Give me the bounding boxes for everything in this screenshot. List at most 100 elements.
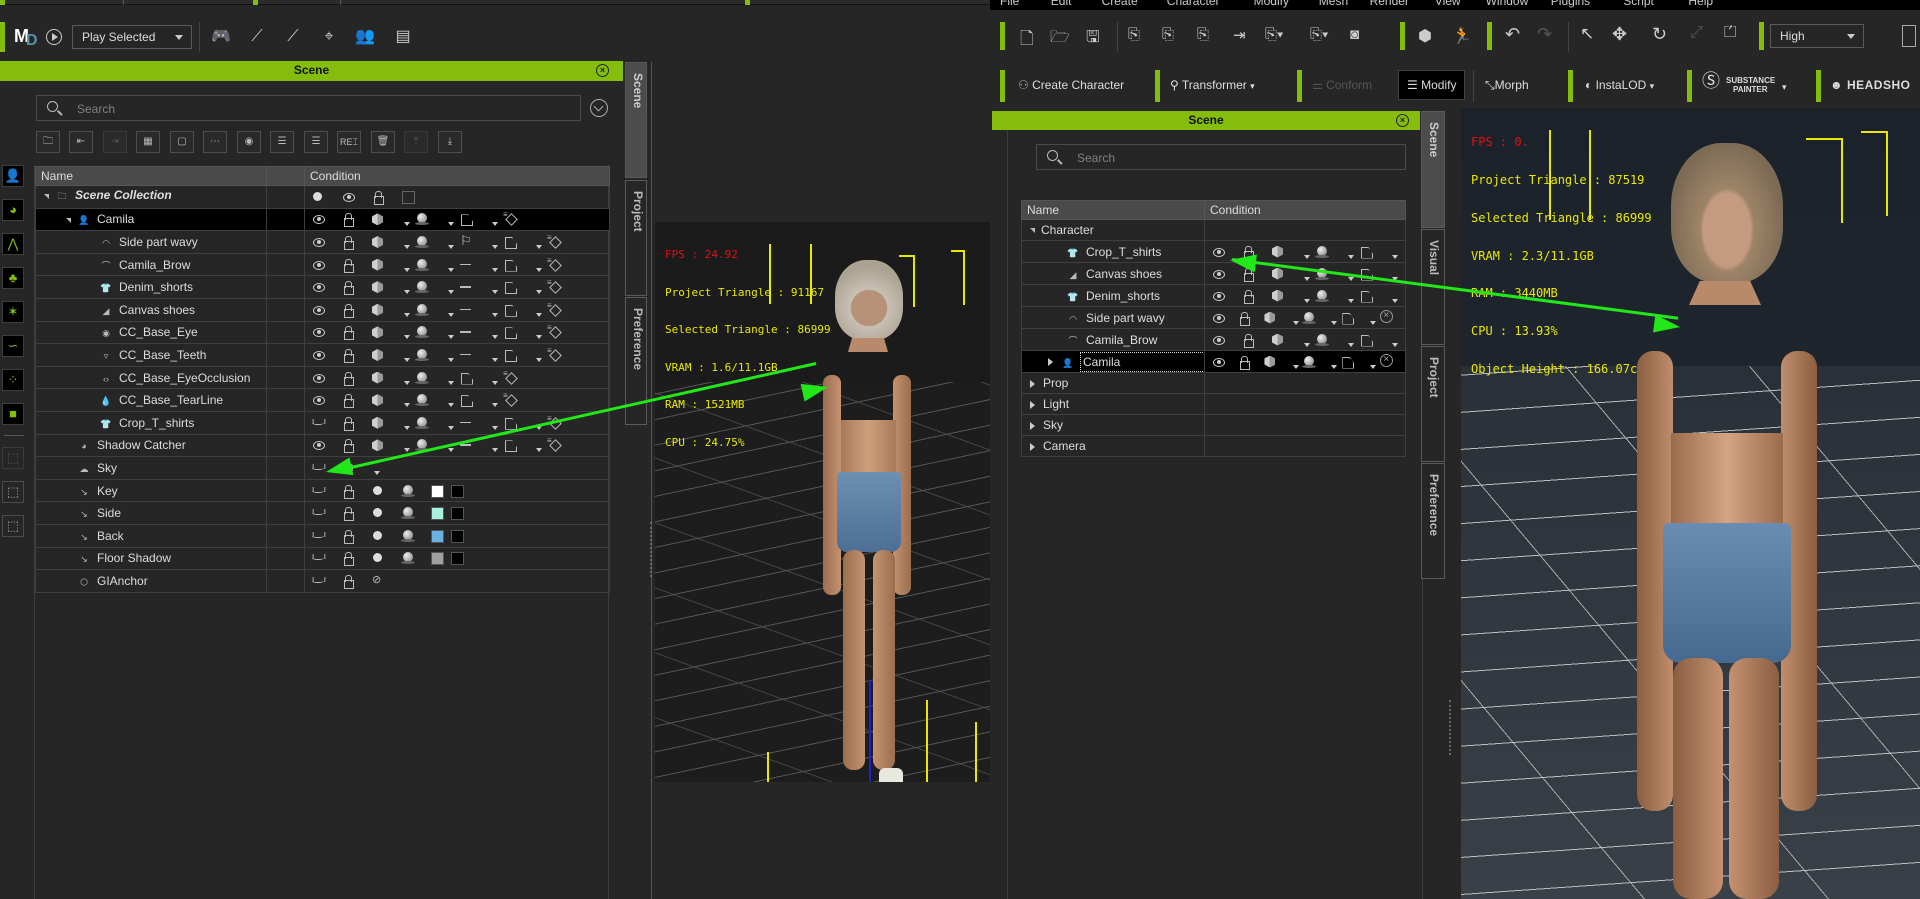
visible-eye-icon[interactable] [311, 303, 341, 317]
menu-window[interactable]: Window [1486, 0, 1529, 8]
item-name[interactable]: Sky [1043, 418, 1063, 432]
tree-row[interactable]: 👕 Crop_T_shirts [35, 410, 610, 435]
dot-icon[interactable] [371, 506, 401, 520]
material-ball-icon[interactable] [415, 235, 445, 249]
dash-icon[interactable] [459, 348, 489, 362]
new-file-icon[interactable]: 🗋 [1020, 26, 1034, 55]
tree-row[interactable]: Prop [1021, 372, 1406, 394]
undo-icon[interactable]: ↶ [1505, 24, 1520, 45]
marquee-select-icon[interactable]: ⬚ [2, 515, 24, 537]
item-name[interactable]: Denim_shorts [1086, 289, 1160, 303]
chevron-down-icon[interactable] [1389, 333, 1403, 347]
instalod-button[interactable]: ◐ InstaLOD ▾ [1585, 72, 1654, 98]
column-header-condition[interactable]: Condition [304, 166, 610, 186]
chevron-down-icon[interactable] [401, 212, 415, 227]
waypoint-path-icon[interactable]: ⟋ [282, 26, 304, 48]
chevron-down-icon[interactable] [1328, 355, 1340, 369]
scale-tool-icon[interactable]: ⤢ [1690, 24, 1703, 42]
column-header-name[interactable]: Name [1021, 200, 1205, 220]
item-name[interactable]: Sky [97, 461, 117, 475]
chevron-down-icon[interactable] [489, 371, 503, 385]
chevron-down-icon[interactable] [1345, 245, 1359, 259]
tree-row[interactable]: 🗀 Scene Collection [35, 185, 610, 209]
unlock-icon[interactable] [341, 438, 371, 454]
move-out-folder-button[interactable]: ⇥ [103, 131, 127, 153]
visible-eye-icon[interactable] [1211, 355, 1237, 369]
path-filter-icon[interactable]: ∽ [2, 335, 24, 357]
visible-eye-icon[interactable] [311, 348, 341, 362]
open-folder-icon[interactable]: 🗁 [1050, 26, 1070, 53]
item-name[interactable]: Light [1043, 397, 1069, 411]
cube-icon[interactable] [371, 258, 401, 272]
visible-eye-icon[interactable] [311, 212, 341, 226]
tree-row[interactable]: Character [1021, 219, 1406, 241]
unlock-icon[interactable] [1241, 289, 1271, 304]
tree-row[interactable]: ◕ Shadow Catcher [35, 433, 610, 458]
terrain-filter-icon[interactable]: ⋀ [2, 233, 24, 255]
color-swatch[interactable] [431, 506, 451, 521]
visible-eye-icon[interactable] [311, 280, 341, 294]
chevron-down-icon[interactable] [489, 438, 503, 453]
chevron-down-icon[interactable] [533, 280, 547, 295]
menu-create[interactable]: Create [1102, 0, 1138, 8]
material-ball-icon[interactable] [415, 393, 445, 407]
unlock-icon[interactable] [371, 190, 401, 205]
triangle-icon[interactable] [503, 325, 533, 339]
unlock-icon[interactable] [341, 416, 371, 431]
unlock-icon[interactable] [341, 393, 371, 409]
import-character-icon[interactable]: ⎘ [1128, 26, 1140, 43]
script-playback-icon[interactable]: ▤ [392, 26, 414, 48]
collapse-arrow-icon[interactable] [1048, 358, 1053, 367]
play-icon[interactable] [46, 29, 62, 45]
unlock-icon[interactable] [341, 371, 371, 386]
chevron-down-icon[interactable] [401, 235, 415, 249]
chevron-down-icon[interactable] [445, 371, 459, 385]
menu-script[interactable]: Script [1623, 0, 1654, 8]
cube-icon[interactable] [371, 235, 401, 249]
splitter-handle[interactable] [650, 522, 653, 577]
tree-row[interactable]: ⌒ Camila_Brow [35, 252, 610, 277]
motion-icon[interactable]: 🏃 [1452, 26, 1472, 46]
lod-diamond-icon[interactable] [547, 435, 577, 452]
tree-row[interactable]: 👕 Denim_shorts [35, 275, 610, 299]
material-ball-icon[interactable] [1301, 355, 1328, 369]
collapse-arrow-icon[interactable] [1030, 400, 1035, 409]
chevron-down-icon[interactable] [445, 258, 459, 272]
chevron-down-icon[interactable] [1367, 311, 1379, 325]
chevron-down-icon[interactable] [489, 416, 503, 430]
column-header-condition[interactable]: Condition [1204, 200, 1406, 220]
tree-row[interactable]: 👕 Crop_T_shirts [1021, 240, 1406, 263]
chevron-down-icon[interactable] [401, 438, 415, 453]
collapse-arrow-icon[interactable] [1030, 442, 1035, 451]
select-all-button[interactable]: ▦ [136, 131, 160, 153]
chevron-down-icon[interactable] [1301, 245, 1315, 259]
menu-edit[interactable]: Edit [1051, 0, 1072, 8]
visible-eye-icon[interactable] [1211, 311, 1237, 325]
cube-icon[interactable] [371, 416, 401, 430]
export-icon[interactable]: ⇥ [1233, 26, 1246, 44]
cube-icon[interactable] [371, 303, 401, 317]
tree-row[interactable]: Light [1021, 393, 1406, 415]
material-ball-icon[interactable] [415, 303, 445, 317]
unlock-icon[interactable] [341, 506, 371, 522]
lod-diamond-icon[interactable] [547, 322, 577, 339]
chevron-down-icon[interactable] [1389, 245, 1403, 259]
close-panel-icon[interactable]: × [1396, 114, 1409, 127]
item-name[interactable]: Side part wavy [119, 235, 198, 249]
chevron-down-icon[interactable] [1328, 311, 1340, 325]
material-ball-icon[interactable] [415, 416, 445, 430]
move-to-bottom-button[interactable]: ⤓ [438, 131, 462, 153]
chevron-down-icon[interactable] [445, 212, 459, 227]
chevron-down-icon[interactable] [489, 325, 503, 340]
left-3d-viewport[interactable]: FPS : 24.92 Project Triangle : 91167 Sel… [655, 222, 990, 782]
tree-row[interactable]: ⬡ GIAnchor [35, 569, 610, 593]
modify-button[interactable]: ☰ Modify [1398, 70, 1466, 100]
unlock-icon[interactable] [341, 529, 371, 544]
chevron-down-icon[interactable] [445, 393, 459, 408]
dash-icon[interactable] [459, 258, 489, 272]
chevron-down-icon[interactable] [533, 303, 547, 317]
material-ball-icon[interactable] [415, 280, 445, 294]
tree-row[interactable]: Camera [1021, 435, 1406, 457]
tree-row[interactable]: ↘ Back [35, 523, 610, 548]
tab-scene[interactable]: Scene [1421, 111, 1445, 228]
